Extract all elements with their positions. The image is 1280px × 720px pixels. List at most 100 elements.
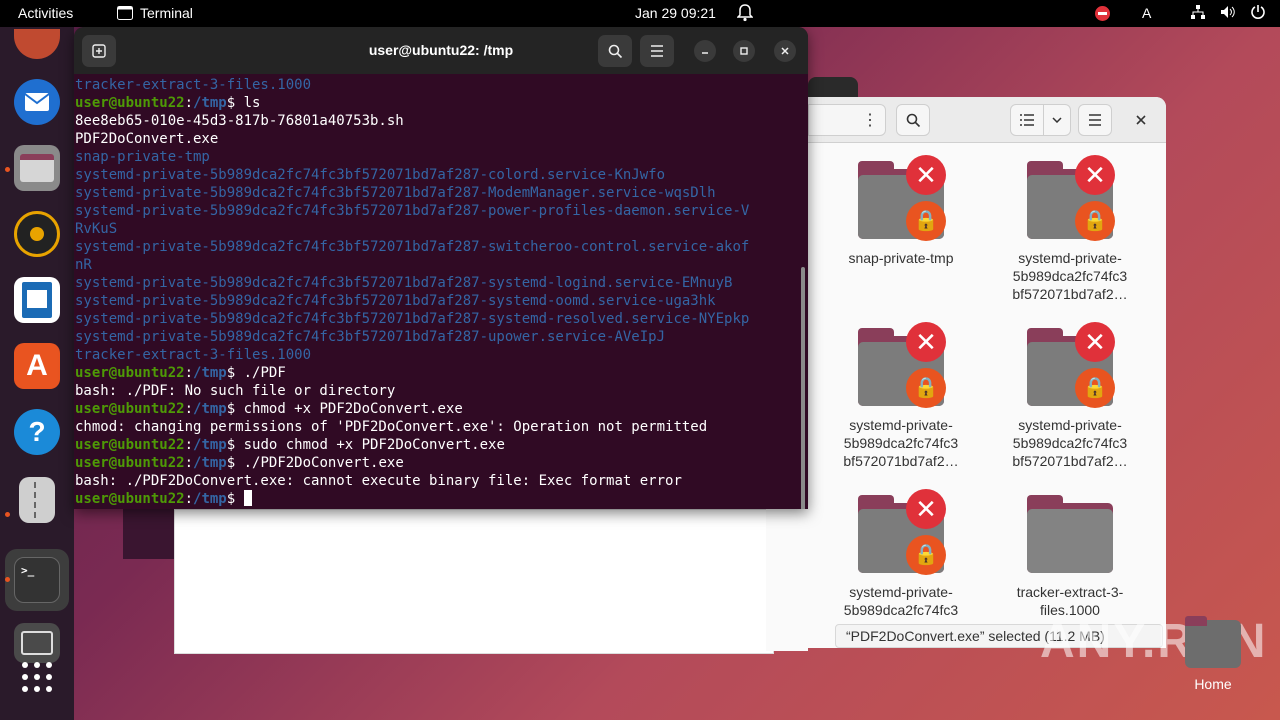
prompt-path: /tmp xyxy=(193,365,227,381)
folder-icon: ✕ 🔒 xyxy=(858,489,946,575)
bell-icon xyxy=(736,4,754,25)
search-button[interactable] xyxy=(598,35,632,67)
terminal-output-line: systemd-private-5b989dca2fc74fc3bf572071… xyxy=(75,167,666,183)
scrollbar[interactable] xyxy=(801,267,805,509)
prompt-path: /tmp xyxy=(193,491,227,507)
maximize-button[interactable] xyxy=(733,40,755,62)
prompt-command: ls xyxy=(235,95,261,111)
close-button[interactable] xyxy=(1126,104,1156,136)
file-item[interactable]: tracker-extract-3-files.1000 xyxy=(1000,495,1140,619)
prompt-user: user@ubuntu22 xyxy=(75,491,185,507)
chevron-down-icon xyxy=(1052,117,1062,123)
prompt-command: ./PDF xyxy=(235,365,286,381)
terminal-prompt-line: user@ubuntu22:/tmp$ xyxy=(75,490,798,508)
terminal-output-line: snap-private-tmp xyxy=(75,149,210,165)
path-menu-icon[interactable]: ⋮ xyxy=(854,104,886,136)
prompt-user: user@ubuntu22 xyxy=(75,365,185,381)
folder-icon xyxy=(1027,495,1113,575)
maximize-icon xyxy=(740,47,748,55)
minimize-icon xyxy=(702,52,708,54)
terminal-output-line: systemd-private-5b989dca2fc74fc3bf572071… xyxy=(75,311,750,327)
software-icon[interactable]: A xyxy=(14,343,60,389)
terminal-output-line: systemd-private-5b989dca2fc74fc3bf572071… xyxy=(75,293,716,309)
error-icon: ✕ xyxy=(906,155,946,195)
top-bar: Activities Terminal Jan 29 09:21 A xyxy=(0,0,1280,27)
prompt-user: user@ubuntu22 xyxy=(75,437,185,453)
show-apps-icon[interactable] xyxy=(17,657,57,697)
file-item[interactable]: ✕ 🔒 systemd-private-5b989dca2fc74fc3 bf57… xyxy=(1000,155,1140,303)
system-tray[interactable] xyxy=(1190,4,1266,20)
terminal-output-line: bash: ./PDF: No such file or directory xyxy=(75,383,396,399)
terminal-dock-icon[interactable]: >_ xyxy=(14,557,60,603)
file-item-label: systemd-private-5b989dca2fc74fc3 xyxy=(843,584,959,618)
terminal-output-line: systemd-private-5b989dca2fc74fc3bf572071… xyxy=(75,239,750,255)
clock[interactable]: Jan 29 09:21 xyxy=(635,5,716,21)
prompt-user: user@ubuntu22 xyxy=(75,95,185,111)
menu-button[interactable] xyxy=(640,35,674,67)
file-item[interactable]: ✕ 🔒 snap-private-tmp xyxy=(831,155,971,267)
keyboard-layout-indicator[interactable]: A xyxy=(1142,5,1151,21)
rhythmbox-icon[interactable] xyxy=(14,211,60,257)
terminal-output-line: RvKuS xyxy=(75,221,118,237)
file-item-label: systemd-private-5b989dca2fc74fc3 bf57207… xyxy=(1012,417,1128,469)
search-icon xyxy=(608,44,622,58)
home-folder-icon xyxy=(1185,616,1241,668)
terminal-icon xyxy=(117,6,133,20)
list-view-icon xyxy=(1020,114,1034,126)
help-icon[interactable]: ? xyxy=(14,409,60,455)
prompt-user: user@ubuntu22 xyxy=(75,455,185,471)
archive-icon[interactable] xyxy=(19,477,55,523)
hamburger-icon xyxy=(651,45,663,57)
terminal-prompt-line: user@ubuntu22:/tmp$ ls xyxy=(75,95,261,111)
file-item[interactable]: ✕ 🔒 systemd-private-5b989dca2fc74fc3 xyxy=(831,489,971,619)
main-menu-button[interactable] xyxy=(1078,104,1112,136)
background-window-edge xyxy=(123,509,175,559)
terminal-prompt-line: user@ubuntu22:/tmp$ ./PDF2DoConvert.exe xyxy=(75,455,404,471)
close-button[interactable] xyxy=(774,40,796,62)
files-icon[interactable] xyxy=(14,145,60,191)
app-menu[interactable]: Terminal xyxy=(117,5,193,21)
error-icon: ✕ xyxy=(1075,322,1115,362)
error-icon: ✕ xyxy=(906,322,946,362)
file-item[interactable]: ✕ 🔒 systemd-private-5b989dca2fc74fc3 bf57… xyxy=(831,322,971,470)
background-window-tab xyxy=(808,77,858,97)
search-icon xyxy=(906,113,920,127)
view-options-button[interactable] xyxy=(1043,104,1071,136)
terminal-prompt-line: user@ubuntu22:/tmp$ sudo chmod +x PDF2Do… xyxy=(75,437,505,453)
background-window-strip xyxy=(766,506,808,651)
terminal-output-line: tracker-extract-3-files.1000 xyxy=(75,347,312,363)
terminal-prompt-line: user@ubuntu22:/tmp$ chmod +x PDF2DoConve… xyxy=(75,401,463,417)
thunderbird-icon[interactable] xyxy=(14,79,60,125)
terminal-headerbar: user@ubuntu22: /tmp xyxy=(74,27,808,74)
folder-icon: ✕ 🔒 xyxy=(1027,322,1115,408)
terminal-output-line: tracker-extract-3-files.1000 xyxy=(75,77,312,93)
prompt-path: /tmp xyxy=(193,401,227,417)
activities-button[interactable]: Activities xyxy=(18,5,73,21)
terminal-output-line: systemd-private-5b989dca2fc74fc3bf572071… xyxy=(75,185,716,201)
file-item-label: snap-private-tmp xyxy=(848,250,954,266)
terminal-prompt-line: user@ubuntu22:/tmp$ ./PDF xyxy=(75,365,286,381)
minimize-button[interactable] xyxy=(694,40,716,62)
terminal-output-line: systemd-private-5b989dca2fc74fc3bf572071… xyxy=(75,329,666,345)
file-item[interactable]: ✕ 🔒 systemd-private-5b989dca2fc74fc3 bf57… xyxy=(1000,322,1140,470)
files-headerbar: ⋮ xyxy=(808,97,1166,143)
background-window xyxy=(174,509,774,654)
app-name: Terminal xyxy=(140,5,193,21)
prompt-path: /tmp xyxy=(193,455,227,471)
prompt-command: ./PDF2DoConvert.exe xyxy=(235,455,404,471)
lock-icon: 🔒 xyxy=(906,535,946,575)
folder-icon: ✕ 🔒 xyxy=(1027,155,1115,241)
writer-icon[interactable] xyxy=(14,277,60,323)
terminal-window: user@ubuntu22: /tmp tracker-extract-3-fi… xyxy=(74,27,808,509)
prompt-user: user@ubuntu22 xyxy=(75,401,185,417)
terminal-output-line: 8ee8eb65-010e-45d3-817b-76801a40753b.sh xyxy=(75,113,404,129)
desktop-home-folder[interactable]: Home xyxy=(1176,616,1250,692)
terminal-output-line: systemd-private-5b989dca2fc74fc3bf572071… xyxy=(75,275,733,291)
terminal-output[interactable]: tracker-extract-3-files.1000 user@ubuntu2… xyxy=(75,74,798,509)
search-button[interactable] xyxy=(896,104,930,136)
lock-icon: 🔒 xyxy=(906,368,946,408)
list-view-button[interactable] xyxy=(1010,104,1044,136)
prompt-command: sudo chmod +x PDF2DoConvert.exe xyxy=(235,437,505,453)
recording-icon[interactable] xyxy=(1095,6,1110,21)
ubuntu-icon[interactable] xyxy=(14,29,60,59)
